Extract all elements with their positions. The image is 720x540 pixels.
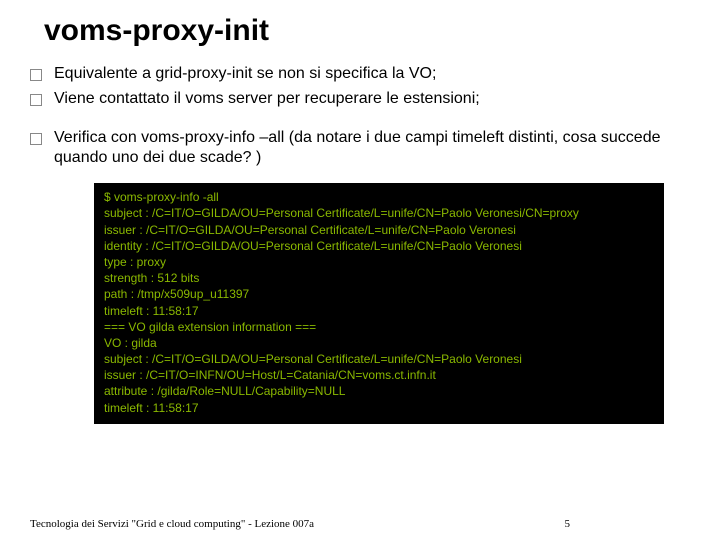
code-line: $ voms-proxy-info -all — [104, 189, 654, 205]
list-item: Viene contattato il voms server per recu… — [30, 89, 690, 110]
code-line: issuer : /C=IT/O=GILDA/OU=Personal Certi… — [104, 222, 654, 238]
code-line: subject : /C=IT/O=GILDA/OU=Personal Cert… — [104, 351, 654, 367]
code-line: timeleft : 11:58:17 — [104, 303, 654, 319]
code-line: issuer : /C=IT/O=INFN/OU=Host/L=Catania/… — [104, 367, 654, 383]
bullet-text: Viene contattato il voms server per recu… — [54, 89, 480, 110]
page-title: voms-proxy-init — [44, 14, 690, 48]
bullet-text: Verifica con voms-proxy-info –all (da no… — [54, 128, 690, 170]
code-line: strength : 512 bits — [104, 270, 654, 286]
list-item: Equivalente a grid-proxy-init se non si … — [30, 64, 690, 85]
code-block: $ voms-proxy-info -all subject : /C=IT/O… — [94, 183, 664, 424]
code-line: timeleft : 11:58:17 — [104, 400, 654, 416]
code-line: VO : gilda — [104, 335, 654, 351]
list-item: Verifica con voms-proxy-info –all (da no… — [30, 128, 690, 170]
footer-left: Tecnologia dei Servizi "Grid e cloud com… — [30, 518, 314, 530]
bullet-icon — [30, 69, 42, 81]
code-line: attribute : /gilda/Role=NULL/Capability=… — [104, 383, 654, 399]
code-line: type : proxy — [104, 254, 654, 270]
bullet-text: Equivalente a grid-proxy-init se non si … — [54, 64, 436, 85]
code-line: === VO gilda extension information === — [104, 319, 654, 335]
bullet-icon — [30, 133, 42, 145]
slide: voms-proxy-init Equivalente a grid-proxy… — [0, 0, 720, 540]
code-line: path : /tmp/x509up_u11397 — [104, 286, 654, 302]
page-number: 5 — [565, 518, 571, 530]
code-line: identity : /C=IT/O=GILDA/OU=Personal Cer… — [104, 238, 654, 254]
code-line: subject : /C=IT/O=GILDA/OU=Personal Cert… — [104, 205, 654, 221]
bullet-list: Equivalente a grid-proxy-init se non si … — [30, 64, 690, 169]
bullet-icon — [30, 94, 42, 106]
